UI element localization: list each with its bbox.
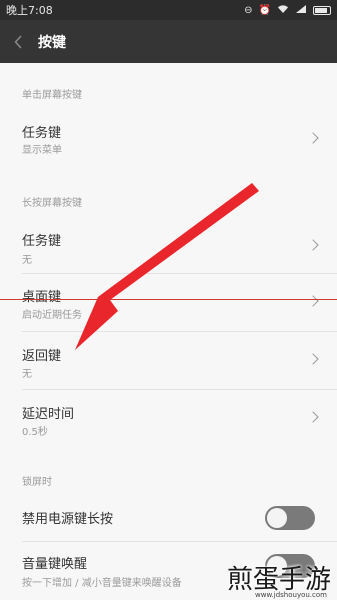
setting-row-back-key[interactable]: 返回键 无 — [0, 332, 337, 388]
setting-value: 0.5秒 — [22, 427, 48, 438]
setting-label: 返回键 — [22, 349, 62, 364]
annotation-underline — [0, 299, 337, 300]
setting-value: 显示菜单 — [22, 145, 62, 156]
setting-row-home-key[interactable]: 桌面键 启动近期任务 — [0, 274, 337, 330]
dnd-icon: ⊖ — [244, 4, 253, 16]
setting-value: 无 — [22, 255, 32, 266]
chevron-right-icon — [307, 132, 319, 144]
setting-label: 任务键 — [22, 126, 62, 141]
watermark-url: www.jdshouyou.com — [255, 591, 327, 599]
settings-list: 单击屏幕按键 任务键 显示菜单 长按屏幕按键 任务键 无 桌面键 启动近期任务 … — [0, 63, 337, 600]
setting-label: 任务键 — [22, 234, 62, 249]
setting-value: 启动近期任务 — [22, 310, 82, 321]
setting-row-delay-time[interactable]: 延迟时间 0.5秒 — [0, 390, 337, 446]
status-time: 晚上7:08 — [6, 4, 53, 17]
setting-row-disable-power-long-press[interactable]: 禁用电源键长按 — [0, 496, 337, 540]
disable-power-long-press-toggle[interactable] — [265, 506, 315, 530]
section-header-lock-screen: 锁屏时 — [22, 477, 52, 488]
status-icons: ⊖ ⏰ — [244, 4, 331, 17]
setting-row-long-task-key[interactable]: 任务键 无 — [0, 216, 337, 272]
setting-label: 延迟时间 — [22, 407, 75, 422]
battery-icon — [313, 5, 331, 15]
chevron-right-icon — [307, 239, 319, 251]
wifi-icon — [277, 4, 289, 17]
toggle-knob — [267, 508, 287, 528]
setting-row-single-task-key[interactable]: 任务键 显示菜单 — [0, 111, 337, 167]
watermark-logo: 煎蛋手游 www.jdshouyou.com — [227, 559, 331, 599]
section-header-long-press: 长按屏幕按键 — [22, 198, 82, 209]
chevron-left-icon — [14, 34, 22, 49]
chevron-right-icon — [307, 295, 319, 307]
setting-value: 按一下增加 / 减小音量键来唤醒设备 — [22, 578, 182, 589]
setting-label: 音量键唤醒 — [22, 557, 88, 572]
setting-label: 桌面键 — [22, 290, 62, 305]
section-header-single-tap: 单击屏幕按键 — [22, 90, 82, 101]
status-bar: 晚上7:08 ⊖ ⏰ — [0, 0, 337, 20]
setting-label: 禁用电源键长按 — [22, 512, 114, 527]
chevron-right-icon — [307, 411, 319, 423]
title-bar: 按键 — [0, 20, 337, 63]
chevron-right-icon — [307, 353, 319, 365]
alarm-icon: ⏰ — [258, 4, 271, 16]
setting-value: 无 — [22, 369, 32, 380]
page-title: 按键 — [38, 34, 66, 51]
signal-icon — [295, 4, 307, 17]
back-button[interactable] — [14, 20, 36, 63]
